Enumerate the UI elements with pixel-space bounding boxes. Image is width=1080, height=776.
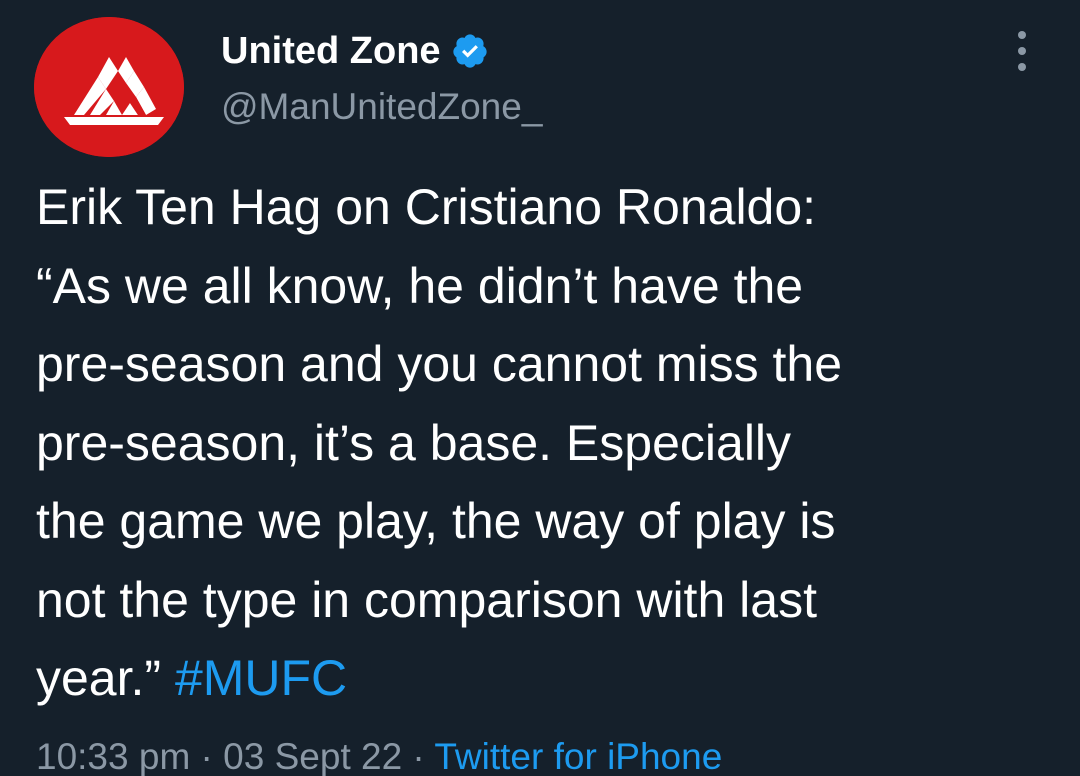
- tweet-time[interactable]: 10:33 pm: [36, 736, 190, 776]
- meta-separator: ·: [402, 736, 435, 776]
- tweet-line: the game we play, the way of play is: [36, 493, 836, 549]
- author-name-row[interactable]: United Zone: [221, 28, 489, 74]
- avatar[interactable]: [34, 17, 184, 157]
- meta-separator: ·: [190, 736, 224, 776]
- tweet-source-link[interactable]: Twitter for iPhone: [434, 736, 722, 776]
- hashtag-link[interactable]: #MUFC: [175, 650, 347, 706]
- tweet-line: “As we all know, he didn’t have the: [36, 257, 804, 314]
- more-options-button[interactable]: [1000, 26, 1044, 76]
- tweet-line: not the type in comparison with last: [36, 571, 817, 628]
- tweet-text: Erik Ten Hag on Cristiano Ronaldo: “As we…: [36, 168, 1066, 718]
- tweet-date[interactable]: 03 Sept 22: [223, 736, 402, 776]
- united-zone-logo-icon: [34, 17, 184, 157]
- tweet-line: pre-season and you cannot miss the: [36, 336, 843, 392]
- more-vertical-icon: [1018, 31, 1026, 71]
- tweet-meta: 10:33 pm · 03 Sept 22 · Twitter for iPho…: [36, 734, 722, 776]
- tweet-line: Erik Ten Hag on Cristiano Ronaldo:: [36, 179, 817, 235]
- tweet-last-line: year.” #MUFC: [36, 639, 1066, 718]
- display-name[interactable]: United Zone: [221, 28, 441, 74]
- tweet-line: pre-season, it’s a base. Especially: [36, 414, 792, 471]
- author-handle[interactable]: @ManUnitedZone_: [221, 84, 542, 130]
- verified-badge-icon: [451, 32, 489, 70]
- tweet-line: year.”: [36, 650, 175, 706]
